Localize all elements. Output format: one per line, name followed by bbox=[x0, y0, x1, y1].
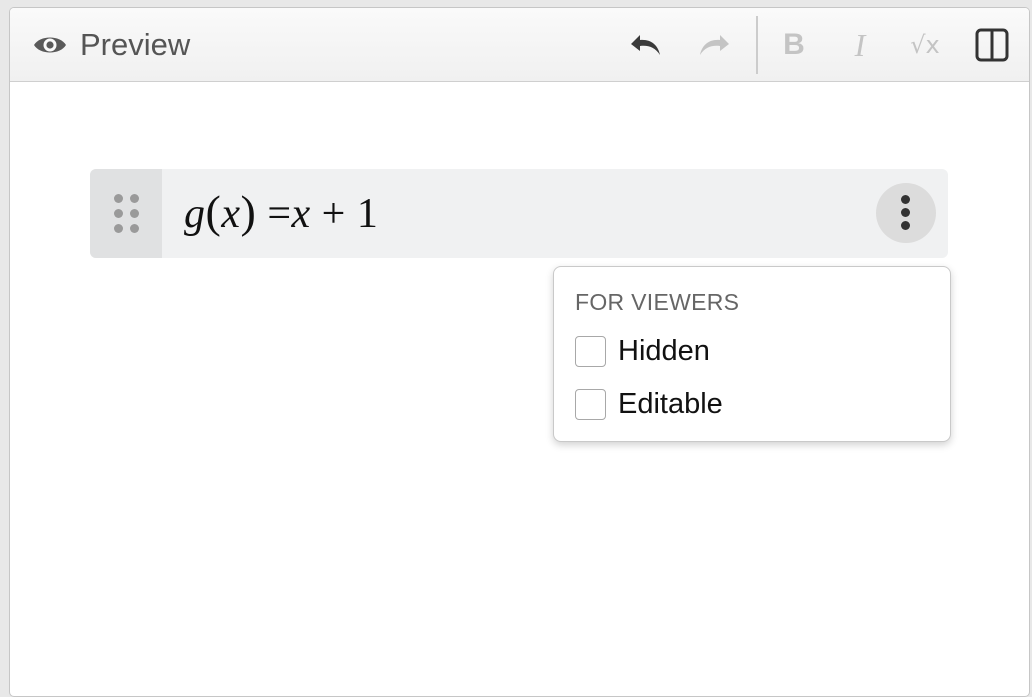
editable-checkbox[interactable] bbox=[575, 388, 606, 420]
redo-icon bbox=[700, 35, 729, 55]
preview-panel: Preview B I √x g(x) =x + 1 FOR VIEWERS H… bbox=[9, 7, 1030, 697]
toolbar: Preview B I √x bbox=[10, 8, 1029, 82]
preview-content: g(x) =x + 1 FOR VIEWERS Hidden Editable bbox=[10, 82, 1029, 696]
function-variable: x bbox=[221, 191, 241, 237]
constant: 1 bbox=[356, 191, 379, 237]
plus-operator: + bbox=[321, 191, 346, 237]
bold-button[interactable]: B bbox=[774, 27, 814, 63]
paren-open: ( bbox=[205, 186, 222, 237]
editable-option[interactable]: Editable bbox=[575, 386, 723, 422]
kebab-dot bbox=[901, 221, 910, 230]
undo-icon bbox=[631, 35, 660, 55]
split-view-icon bbox=[975, 28, 1009, 62]
italic-button[interactable]: I bbox=[840, 27, 880, 63]
paren-close: ) bbox=[240, 186, 257, 237]
drag-handle[interactable] bbox=[90, 169, 162, 258]
function-name: g bbox=[184, 191, 206, 237]
sqrt-x-icon: √x bbox=[910, 31, 940, 59]
options-menu-button[interactable] bbox=[876, 183, 936, 243]
drag-dot bbox=[114, 194, 123, 203]
undo-button[interactable] bbox=[622, 27, 670, 63]
math-button[interactable]: √x bbox=[900, 27, 950, 63]
eye-icon bbox=[34, 37, 66, 53]
kebab-dot bbox=[901, 195, 910, 204]
preview-header: Preview bbox=[32, 26, 190, 64]
preview-title: Preview bbox=[80, 27, 191, 62]
bold-icon: B bbox=[783, 28, 805, 61]
drag-dot bbox=[130, 194, 139, 203]
drag-dot bbox=[114, 209, 123, 218]
split-view-button[interactable] bbox=[972, 27, 1012, 63]
drag-dot bbox=[114, 224, 123, 233]
italic-icon: I bbox=[854, 26, 866, 63]
kebab-dot bbox=[901, 208, 910, 217]
hidden-label: Hidden bbox=[618, 334, 710, 367]
hidden-checkbox[interactable] bbox=[575, 335, 606, 367]
rhs-variable: x bbox=[291, 191, 311, 237]
viewer-options-popover: FOR VIEWERS Hidden Editable bbox=[553, 266, 951, 442]
equals-sign: = bbox=[267, 191, 292, 237]
drag-dot bbox=[130, 224, 139, 233]
section-title: FOR VIEWERS bbox=[575, 289, 740, 315]
drag-dot bbox=[130, 209, 139, 218]
hidden-option[interactable]: Hidden bbox=[575, 333, 710, 369]
toolbar-divider bbox=[756, 16, 758, 74]
redo-button[interactable] bbox=[690, 27, 738, 63]
expression-row[interactable]: g(x) =x + 1 bbox=[90, 169, 948, 258]
editable-label: Editable bbox=[618, 387, 723, 420]
math-expression[interactable]: g(x) =x + 1 bbox=[184, 185, 378, 238]
